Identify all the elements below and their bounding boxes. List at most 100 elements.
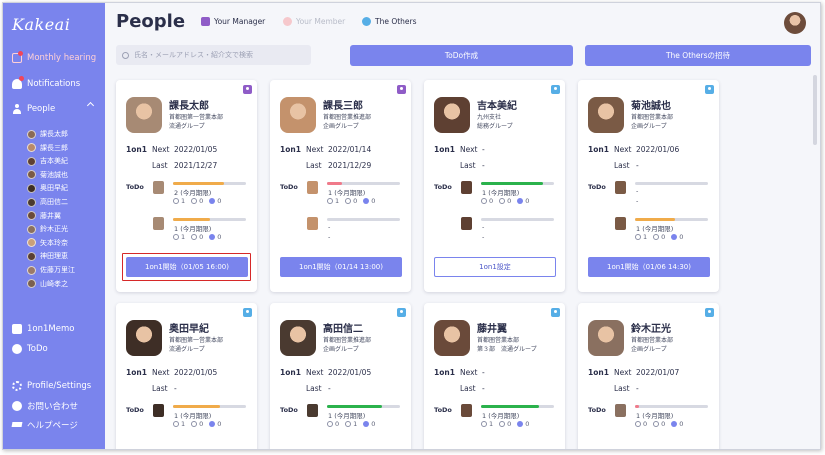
avatar	[461, 217, 472, 230]
sidebar-item-profile-settings[interactable]: Profile/Settings	[12, 378, 91, 394]
person-card[interactable]: 吉本美紀 九州支社 総務グループ 1on1 Next - Last - ToDo 1 (今月期限)…	[424, 80, 565, 292]
tab-the-others[interactable]: The Others	[362, 17, 417, 26]
page-title: People	[116, 11, 186, 32]
sidebar-item-contact[interactable]: お問い合わせ	[12, 398, 78, 414]
avatar	[27, 211, 36, 221]
person-card[interactable]: 藤井翼 首都圏営業本部 第３部 流通グループ 1on1 Next - Last - ToDo 1 …	[424, 303, 565, 449]
check-filled-icon	[517, 198, 524, 204]
clock-icon	[191, 421, 198, 427]
sidebar-person-item[interactable]: 山崎孝之	[27, 279, 68, 289]
one-on-one-setup-button[interactable]: 1on1設定	[434, 257, 556, 277]
sidebar-person-item[interactable]: 菊池誠也	[27, 170, 68, 180]
avatar	[307, 181, 318, 194]
last-date: -	[482, 384, 485, 393]
manager-badge-icon	[201, 17, 210, 26]
tab-your-member[interactable]: Your Member	[283, 17, 345, 26]
app-logo[interactable]: Kakeai	[12, 15, 70, 34]
todo-create-button[interactable]: ToDo作成	[350, 45, 573, 66]
person-name: 奥田早紀	[169, 324, 209, 335]
app-window: Kakeai Monthly hearing Notifications Peo…	[2, 2, 821, 450]
scrollbar[interactable]	[813, 75, 817, 145]
todo-count: 1 (今月期限)	[636, 225, 674, 233]
search-input[interactable]: 氏名・メールアドレス・紹介文で検索	[116, 45, 311, 65]
avatar	[307, 404, 318, 417]
check-circle-icon	[327, 421, 333, 427]
avatar	[588, 97, 624, 133]
clock-icon	[653, 234, 660, 240]
person-card[interactable]: 高田信二 首都圏営業推進部 企画グループ 1on1 Next 2022/01/05 Last…	[270, 303, 411, 449]
tab-label: The Others	[375, 17, 417, 26]
sidebar-person-item[interactable]: 佐藤万里江	[27, 265, 75, 275]
member-badge-icon	[283, 17, 292, 26]
last-date: -	[174, 384, 177, 393]
sidebar-person-item[interactable]: 神田理恵	[27, 251, 68, 261]
sidebar-item-notifications[interactable]: Notifications	[12, 76, 80, 92]
one-on-one-start-button[interactable]: 1on1開始（01/14 13:00)	[280, 257, 402, 277]
sidebar-item-monthly-hearing[interactable]: Monthly hearing	[12, 50, 96, 66]
user-avatar[interactable]	[784, 12, 806, 34]
sidebar-person-item[interactable]: 課長太郎	[27, 129, 68, 139]
person-card[interactable]: 菊池誠也 首都圏営業本部 企画グループ 1on1 Next 2022/01/06 Last -…	[578, 80, 719, 292]
invite-others-button[interactable]: The Othersの招待	[585, 45, 811, 66]
person-name: 矢本玲奈	[40, 238, 68, 247]
sidebar-item-help[interactable]: ヘルプページ	[11, 417, 78, 433]
one-on-one-start-button[interactable]: 1on1開始（01/06 14:30)	[588, 257, 710, 277]
avatar	[588, 320, 624, 356]
next-date: 2022/01/06	[636, 145, 680, 154]
others-badge-icon	[551, 308, 560, 317]
todo-count: -	[482, 223, 485, 231]
todo-progress-bar	[481, 182, 554, 185]
one-on-one-label: 1on1	[126, 145, 147, 154]
last-label: Last	[614, 384, 630, 393]
sidebar-person-item[interactable]: 吉本美紀	[27, 156, 68, 166]
chevron-up-icon[interactable]	[86, 101, 95, 110]
person-icon	[12, 104, 22, 114]
sidebar-person-item[interactable]: 矢本玲奈	[27, 238, 68, 248]
sidebar-item-1on1memo[interactable]: 1on1Memo	[12, 321, 74, 337]
sidebar-item-label: Notifications	[27, 79, 81, 89]
calendar-icon	[12, 51, 23, 63]
check-circle-icon	[173, 421, 179, 427]
next-date: -	[482, 145, 485, 154]
avatar	[27, 197, 36, 207]
avatar	[434, 97, 470, 133]
last-date: -	[636, 161, 639, 170]
department: 首都圏営業本部 企画グループ	[631, 114, 674, 130]
person-card[interactable]: 課長太郎 首都圏第一営業本部 流通グループ 1on1 Next 2022/01/05 Las…	[116, 80, 257, 292]
clock-icon	[653, 421, 660, 427]
person-name: 山崎孝之	[40, 279, 68, 288]
person-name: 藤井翼	[477, 324, 507, 335]
sidebar-person-item[interactable]: 課長三郎	[27, 143, 68, 153]
check-filled-icon	[363, 421, 370, 427]
next-label: Next	[614, 145, 632, 154]
person-card[interactable]: 奥田早紀 首都圏第一営業本部 流通グループ 1on1 Next 2022/01/05 Las…	[116, 303, 257, 449]
todo-progress-bar	[481, 405, 554, 408]
sidebar-item-people[interactable]: People	[12, 101, 55, 117]
todo-progress-bar	[635, 218, 708, 221]
todo-label: ToDo	[434, 183, 452, 191]
sidebar-person-item[interactable]: 高田信二	[27, 197, 68, 207]
person-name: 吉本美紀	[40, 157, 68, 166]
sidebar-person-item[interactable]: 鈴木正光	[27, 224, 68, 234]
avatar	[153, 404, 164, 417]
sidebar-item-label: Profile/Settings	[27, 381, 92, 391]
sidebar-person-item[interactable]: 藤井翼	[27, 211, 61, 221]
person-name: 神田理恵	[40, 252, 68, 261]
todo-progress-bar	[173, 182, 246, 185]
sidebar-person-item[interactable]: 奥田早紀	[27, 183, 68, 193]
one-on-one-label: 1on1	[434, 368, 455, 377]
todo-count: 1 (今月期限)	[174, 412, 212, 420]
person-card[interactable]: 鈴木正光 首都圏営業本部 企画グループ 1on1 Next 2022/01/07 Last -…	[578, 303, 719, 449]
search-placeholder: 氏名・メールアドレス・紹介文で検索	[134, 51, 253, 59]
clock-icon	[345, 421, 352, 427]
todo-empty: -	[636, 197, 639, 205]
avatar	[615, 217, 626, 230]
sidebar-item-todo[interactable]: ToDo	[12, 341, 48, 357]
manager-badge-icon	[397, 85, 406, 94]
person-card[interactable]: 課長三郎 首都圏営業推進部 企画グループ 1on1 Next 2022/01/14 Last…	[270, 80, 411, 292]
tab-your-manager[interactable]: Your Manager	[201, 17, 265, 26]
avatar	[126, 97, 162, 133]
one-on-one-label: 1on1	[434, 145, 455, 154]
department: 首都圏第一営業本部 流通グループ	[169, 114, 224, 130]
todo-count: 1 (今月期限)	[328, 189, 366, 197]
